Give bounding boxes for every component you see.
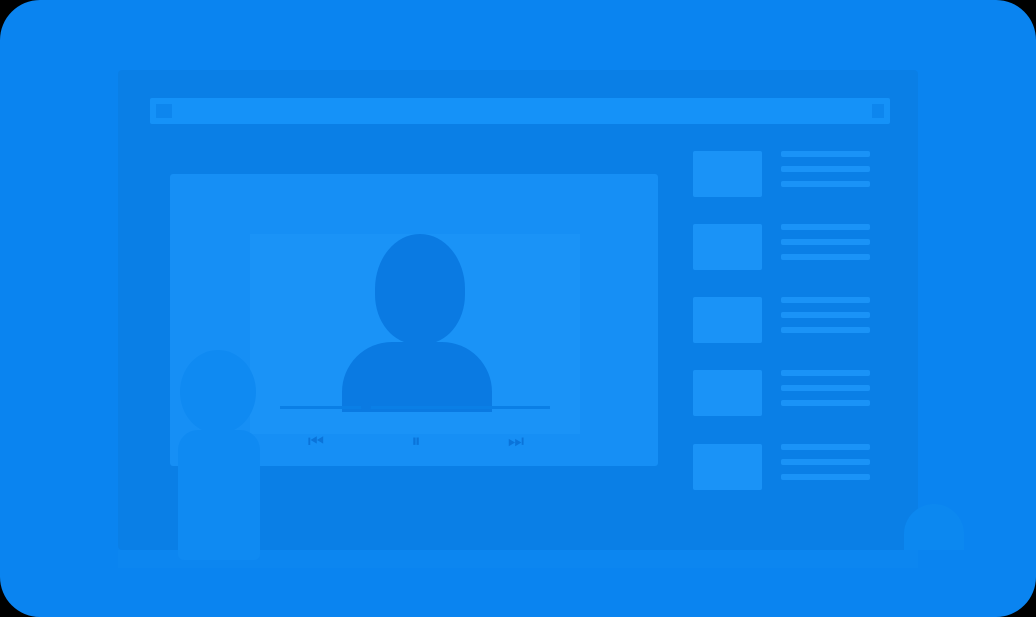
plant-decoration (904, 504, 964, 550)
playlist-title-line (781, 151, 870, 157)
playlist-meta-line (781, 459, 870, 465)
presenter-head (375, 234, 465, 344)
video-progress-bar[interactable] (280, 402, 550, 412)
playlist-item[interactable] (693, 151, 873, 197)
playlist-meta-line (781, 385, 870, 391)
playlist-meta-line (781, 181, 870, 187)
illustration-card: ⏮ ⏸ ⏭ (0, 0, 1036, 617)
browser-menu-icon[interactable] (872, 104, 884, 118)
playlist-item[interactable] (693, 370, 873, 416)
previous-icon[interactable]: ⏮ (306, 430, 326, 452)
playlist-meta-line (781, 166, 870, 172)
playlist-title-line (781, 297, 870, 303)
browser-tab-icon (156, 104, 172, 118)
playlist-thumbnail (693, 444, 762, 490)
playlist-item[interactable] (693, 297, 873, 343)
playlist-item[interactable] (693, 224, 873, 270)
playlist-meta-line (781, 400, 870, 406)
viewer-head (180, 350, 256, 434)
playlist-meta-line (781, 254, 870, 260)
pause-icon[interactable]: ⏸ (406, 430, 426, 452)
playlist-title-line (781, 370, 870, 376)
playlist-meta-line (781, 474, 870, 480)
playlist-meta-line (781, 239, 870, 245)
playlist-thumbnail (693, 370, 762, 416)
playlist-thumbnail (693, 151, 762, 197)
playlist-title-line (781, 444, 870, 450)
browser-address-bar[interactable] (150, 98, 890, 124)
playlist-title-line (781, 224, 870, 230)
playlist-meta-line (781, 327, 870, 333)
playlist-item[interactable] (693, 444, 873, 490)
next-icon[interactable]: ⏭ (506, 430, 526, 452)
playlist-thumbnail (693, 224, 762, 270)
playlist-thumbnail (693, 297, 762, 343)
viewer-body (178, 430, 260, 560)
playlist-meta-line (781, 312, 870, 318)
